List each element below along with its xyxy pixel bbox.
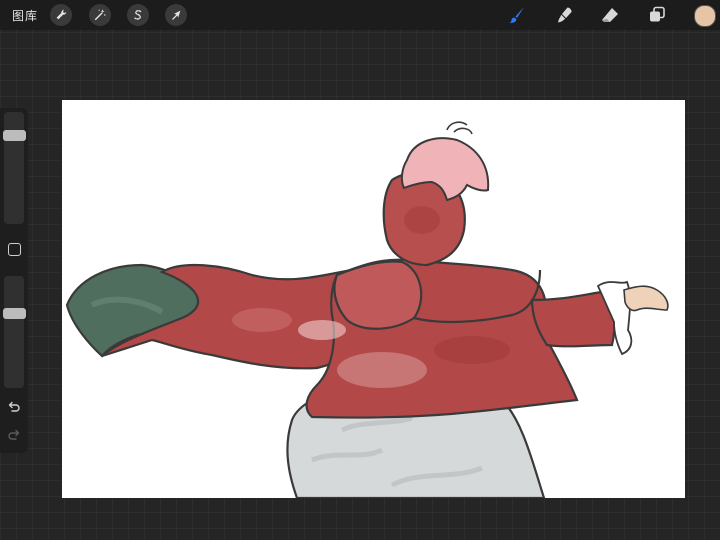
cloak-right-sleeve xyxy=(530,290,616,348)
cloak-capelet xyxy=(333,260,423,330)
drawing-canvas[interactable] xyxy=(62,100,685,498)
smudge-tool[interactable] xyxy=(553,4,577,26)
left-sidebar xyxy=(0,108,28,453)
magic-wand-icon xyxy=(94,9,106,21)
artwork-illustration xyxy=(65,121,669,498)
layers-button[interactable] xyxy=(645,4,669,26)
redo-icon[interactable] xyxy=(7,428,21,442)
selection-s-icon xyxy=(134,10,142,20)
brush-icon xyxy=(509,7,524,23)
eraser-icon xyxy=(602,8,618,22)
hand xyxy=(623,285,669,312)
brush-tool[interactable] xyxy=(505,4,529,26)
undo-icon[interactable] xyxy=(7,400,21,414)
smudge-icon xyxy=(558,7,572,23)
eraser-tool[interactable] xyxy=(598,4,622,26)
adjustments-button[interactable] xyxy=(89,4,111,26)
gallery-button[interactable]: 图库 xyxy=(12,7,38,24)
color-swatch[interactable] xyxy=(694,5,716,27)
layers-icon xyxy=(650,6,665,22)
actions-button[interactable] xyxy=(50,4,72,26)
top-toolbar: 图库 xyxy=(0,0,720,30)
transform-button[interactable] xyxy=(165,4,187,26)
arrow-cursor-icon xyxy=(172,10,181,20)
selection-button[interactable] xyxy=(127,4,149,26)
wrench-icon xyxy=(56,9,67,20)
opacity-slider[interactable] xyxy=(4,276,24,388)
modify-button[interactable] xyxy=(8,243,21,256)
opacity-thumb[interactable] xyxy=(3,308,26,320)
brush-size-thumb[interactable] xyxy=(3,130,26,142)
brush-size-slider[interactable] xyxy=(4,112,24,224)
